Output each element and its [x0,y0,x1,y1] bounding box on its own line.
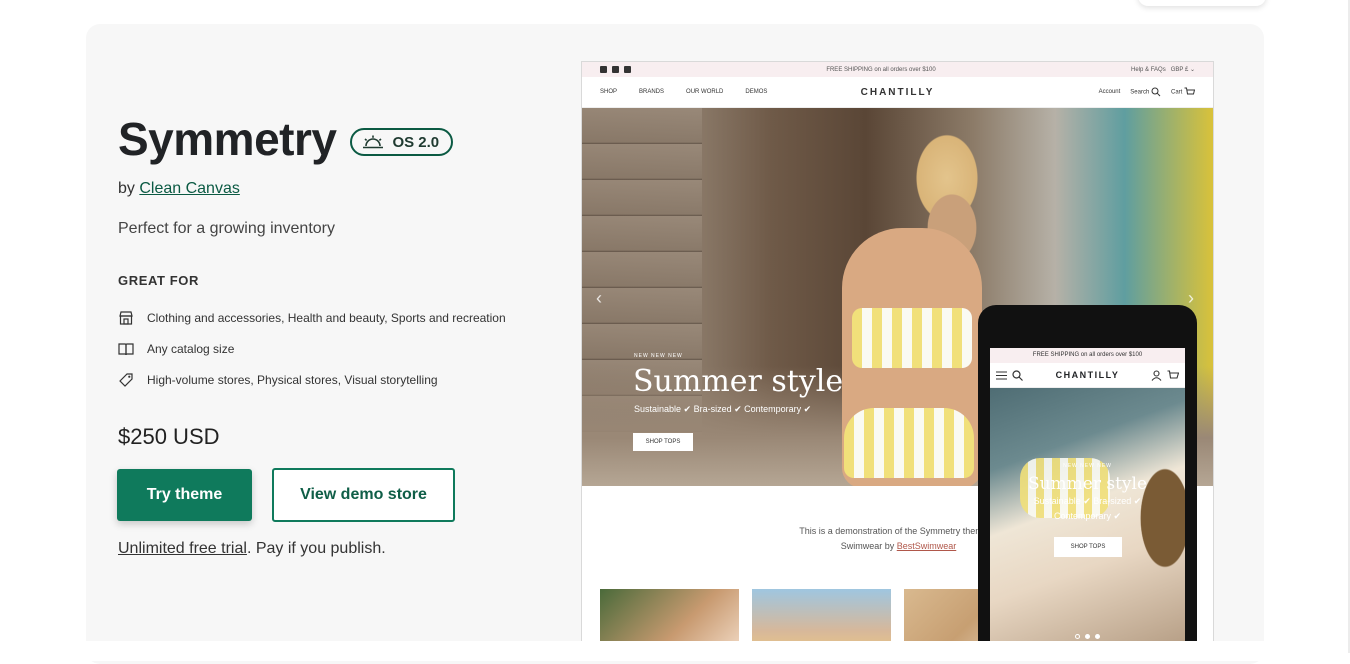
feature-text: High-volume stores, Physical stores, Vis… [147,373,438,387]
feature-item: Clothing and accessories, Health and bea… [118,310,506,326]
panel-bottom-strip [86,641,1264,661]
preview-nav-links: SHOP BRANDS OUR WORLD DEMOS [600,89,767,95]
preview-announcement-bar: FREE SHIPPING on all orders over $100 He… [582,62,1213,77]
preview-search: Search [1130,87,1161,97]
feature-item: Any catalog size [118,341,234,357]
carousel-dot[interactable] [1075,634,1080,639]
facebook-icon [600,66,607,73]
author-link[interactable]: Clean Canvas [139,180,240,197]
search-icon [1151,87,1161,97]
preview-nav-demos: DEMOS [745,89,768,95]
mobile-nav-right [1151,369,1179,381]
os-badge: OS 2.0 [350,128,454,156]
mobile-hero-subtitle: Sustainable ✔ Bra-sized ✔ Contemporary ✔ [1033,496,1142,521]
preview-navbar: SHOP BRANDS OUR WORLD DEMOS CHANTILLY Ac… [582,77,1213,108]
feature-text: Clothing and accessories, Health and bea… [147,311,506,325]
mobile-nav-left [996,369,1023,381]
tag-icon [118,372,134,388]
cart-icon [1184,87,1196,95]
store-icon [118,310,134,326]
carousel-dot[interactable] [1095,634,1100,639]
mobile-screen: FREE SHIPPING on all orders over $100 CH… [990,348,1185,648]
preview-announcement-text: FREE SHIPPING on all orders over $100 [826,66,936,73]
mobile-hero-headline: Summer style [1027,474,1148,494]
demo-brand-link[interactable]: BestSwimwear [897,541,957,551]
mobile-hero-shop-button[interactable]: SHOP TOPS [1054,537,1122,557]
preview-account: Account [1098,89,1121,95]
cart-icon [1167,369,1179,379]
instagram-icon [624,66,631,73]
carousel-dot-active[interactable] [1085,634,1090,639]
search-icon [1012,369,1023,381]
os-badge-label: OS 2.0 [392,133,440,151]
preview-nav-brands: BRANDS [639,89,665,95]
social-icons [600,66,631,73]
mobile-navbar: CHANTILLY [990,363,1185,388]
great-for-heading: GREAT FOR [118,273,199,288]
preview-nav-our-world: OUR WORLD [686,89,724,95]
hero-shop-button[interactable]: SHOP TOPS [633,433,693,451]
mobile-announcement-bar: FREE SHIPPING on all orders over $100 [990,348,1185,363]
mobile-hero-kicker: NEW NEW NEW [1063,463,1112,469]
sunrise-icon [363,135,384,149]
theme-tagline: Perfect for a growing inventory [118,220,335,237]
product-thumbnail[interactable] [600,589,739,649]
chevron-right-icon[interactable]: › [1188,288,1194,309]
carousel-dots[interactable] [990,634,1185,639]
book-icon [118,341,134,357]
title-row: Symmetry OS 2.0 [118,112,454,166]
preview-utility-links: Help & FAQs GBP £ ⌄ [1131,67,1195,73]
hero-swim-bottom [844,408,974,478]
youtube-icon [612,66,619,73]
feature-text: Any catalog size [147,342,235,356]
theme-price: $250 USD [118,424,220,449]
product-thumbnail[interactable] [752,589,891,649]
chevron-left-icon[interactable]: ‹ [596,288,602,309]
try-theme-button[interactable]: Try theme [117,469,252,521]
view-demo-store-button[interactable]: View demo store [272,468,455,522]
trial-note: Unlimited free trial. Pay if you publish… [118,540,386,558]
author-line: by Clean Canvas [118,180,240,198]
preview-cart: Cart [1171,87,1196,97]
author-prefix: by [118,180,140,197]
feature-item: High-volume stores, Physical stores, Vis… [118,372,438,388]
hero-kicker: NEW NEW NEW [634,353,683,359]
top-floating-pill [1138,0,1266,6]
preview-nav-shop: SHOP [600,89,618,95]
theme-title: Symmetry [118,113,337,165]
mobile-hero-image: NEW NEW NEW Summer style Sustainable ✔ B… [990,388,1185,648]
hero-headline: Summer style [633,364,844,399]
account-icon [1151,369,1162,381]
preview-nav-utilities: Account Search Cart [1098,87,1196,97]
trial-suffix: . Pay if you publish. [246,540,386,557]
hero-subtitle: Sustainable ✔ Bra-sized ✔ Contemporary ✔ [634,404,812,414]
free-trial-link[interactable]: Unlimited free trial [118,540,247,557]
menu-icon [996,371,1007,379]
mobile-preview[interactable]: FREE SHIPPING on all orders over $100 CH… [978,305,1197,648]
hero-swim-top [852,308,972,368]
